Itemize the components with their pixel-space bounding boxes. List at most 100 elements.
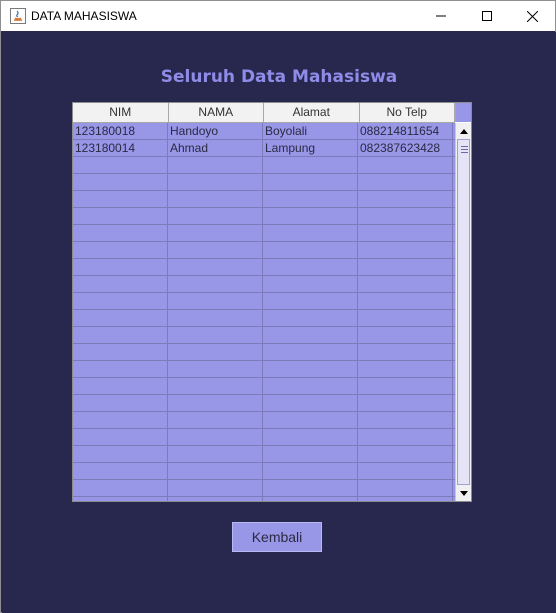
empty-cell[interactable] — [263, 395, 358, 411]
empty-cell[interactable] — [73, 378, 168, 394]
empty-cell[interactable] — [73, 191, 168, 207]
empty-cell[interactable] — [73, 361, 168, 377]
empty-cell[interactable] — [168, 242, 263, 258]
cell-alamat[interactable]: Lampung — [263, 140, 358, 156]
empty-cell[interactable] — [263, 429, 358, 445]
empty-cell[interactable] — [168, 412, 263, 428]
empty-table-row[interactable] — [73, 480, 455, 497]
empty-table-row[interactable] — [73, 191, 455, 208]
empty-table-row[interactable] — [73, 412, 455, 429]
empty-cell[interactable] — [168, 174, 263, 190]
empty-cell[interactable] — [168, 395, 263, 411]
empty-cell[interactable] — [263, 463, 358, 479]
empty-table-row[interactable] — [73, 361, 455, 378]
empty-table-row[interactable] — [73, 208, 455, 225]
empty-cell[interactable] — [358, 480, 453, 496]
empty-cell[interactable] — [263, 293, 358, 309]
close-button[interactable] — [509, 1, 555, 31]
empty-cell[interactable] — [168, 191, 263, 207]
empty-cell[interactable] — [168, 344, 263, 360]
empty-cell[interactable] — [263, 225, 358, 241]
table-row[interactable]: 123180014 Ahmad Lampung 082387623428 — [73, 140, 455, 157]
column-header-nim[interactable]: NIM — [73, 103, 169, 122]
empty-table-row[interactable] — [73, 157, 455, 174]
empty-cell[interactable] — [263, 259, 358, 275]
empty-cell[interactable] — [358, 191, 453, 207]
empty-cell[interactable] — [358, 276, 453, 292]
empty-table-row[interactable] — [73, 446, 455, 463]
empty-cell[interactable] — [263, 174, 358, 190]
empty-cell[interactable] — [73, 395, 168, 411]
empty-cell[interactable] — [168, 463, 263, 479]
empty-cell[interactable] — [358, 497, 453, 501]
empty-cell[interactable] — [73, 310, 168, 326]
empty-cell[interactable] — [263, 310, 358, 326]
minimize-button[interactable] — [418, 1, 464, 31]
empty-table-row[interactable] — [73, 174, 455, 191]
empty-cell[interactable] — [73, 293, 168, 309]
empty-cell[interactable] — [73, 225, 168, 241]
empty-cell[interactable] — [263, 480, 358, 496]
empty-cell[interactable] — [358, 225, 453, 241]
empty-cell[interactable] — [73, 242, 168, 258]
empty-cell[interactable] — [73, 429, 168, 445]
empty-cell[interactable] — [73, 259, 168, 275]
empty-cell[interactable] — [358, 446, 453, 462]
empty-cell[interactable] — [358, 463, 453, 479]
empty-table-row[interactable] — [73, 463, 455, 480]
empty-cell[interactable] — [168, 225, 263, 241]
empty-cell[interactable] — [358, 395, 453, 411]
empty-cell[interactable] — [263, 242, 358, 258]
empty-table-row[interactable] — [73, 429, 455, 446]
empty-cell[interactable] — [358, 378, 453, 394]
empty-cell[interactable] — [358, 157, 453, 173]
cell-nim[interactable]: 123180014 — [73, 140, 168, 156]
empty-cell[interactable] — [168, 378, 263, 394]
empty-cell[interactable] — [358, 429, 453, 445]
empty-cell[interactable] — [358, 242, 453, 258]
scrollbar-thumb[interactable] — [457, 139, 470, 485]
empty-cell[interactable] — [73, 446, 168, 462]
empty-cell[interactable] — [73, 497, 168, 501]
empty-cell[interactable] — [168, 480, 263, 496]
cell-nim[interactable]: 123180018 — [73, 123, 168, 139]
empty-cell[interactable] — [263, 327, 358, 343]
empty-table-row[interactable] — [73, 259, 455, 276]
title-bar[interactable]: DATA MAHASISWA — [1, 1, 555, 31]
empty-cell[interactable] — [168, 497, 263, 501]
empty-cell[interactable] — [73, 412, 168, 428]
empty-cell[interactable] — [358, 344, 453, 360]
vertical-scrollbar[interactable] — [455, 123, 471, 501]
empty-cell[interactable] — [73, 157, 168, 173]
empty-cell[interactable] — [358, 412, 453, 428]
empty-cell[interactable] — [168, 208, 263, 224]
empty-cell[interactable] — [73, 463, 168, 479]
empty-cell[interactable] — [168, 429, 263, 445]
empty-cell[interactable] — [263, 276, 358, 292]
column-header-alamat[interactable]: Alamat — [264, 103, 360, 122]
empty-cell[interactable] — [263, 412, 358, 428]
empty-table-row[interactable] — [73, 242, 455, 259]
empty-cell[interactable] — [168, 361, 263, 377]
empty-cell[interactable] — [263, 446, 358, 462]
empty-cell[interactable] — [263, 361, 358, 377]
empty-table-row[interactable] — [73, 310, 455, 327]
cell-alamat[interactable]: Boyolali — [263, 123, 358, 139]
empty-table-row[interactable] — [73, 344, 455, 361]
empty-cell[interactable] — [73, 344, 168, 360]
empty-cell[interactable] — [358, 310, 453, 326]
empty-cell[interactable] — [73, 276, 168, 292]
empty-table-row[interactable] — [73, 293, 455, 310]
empty-cell[interactable] — [168, 259, 263, 275]
empty-cell[interactable] — [168, 446, 263, 462]
empty-cell[interactable] — [263, 191, 358, 207]
empty-cell[interactable] — [263, 378, 358, 394]
back-button[interactable]: Kembali — [232, 522, 322, 552]
empty-cell[interactable] — [263, 208, 358, 224]
empty-table-row[interactable] — [73, 378, 455, 395]
empty-cell[interactable] — [73, 327, 168, 343]
empty-cell[interactable] — [168, 157, 263, 173]
empty-table-row[interactable] — [73, 276, 455, 293]
scroll-down-button[interactable] — [456, 485, 471, 501]
cell-no-telp[interactable]: 088214811654 — [358, 123, 453, 139]
